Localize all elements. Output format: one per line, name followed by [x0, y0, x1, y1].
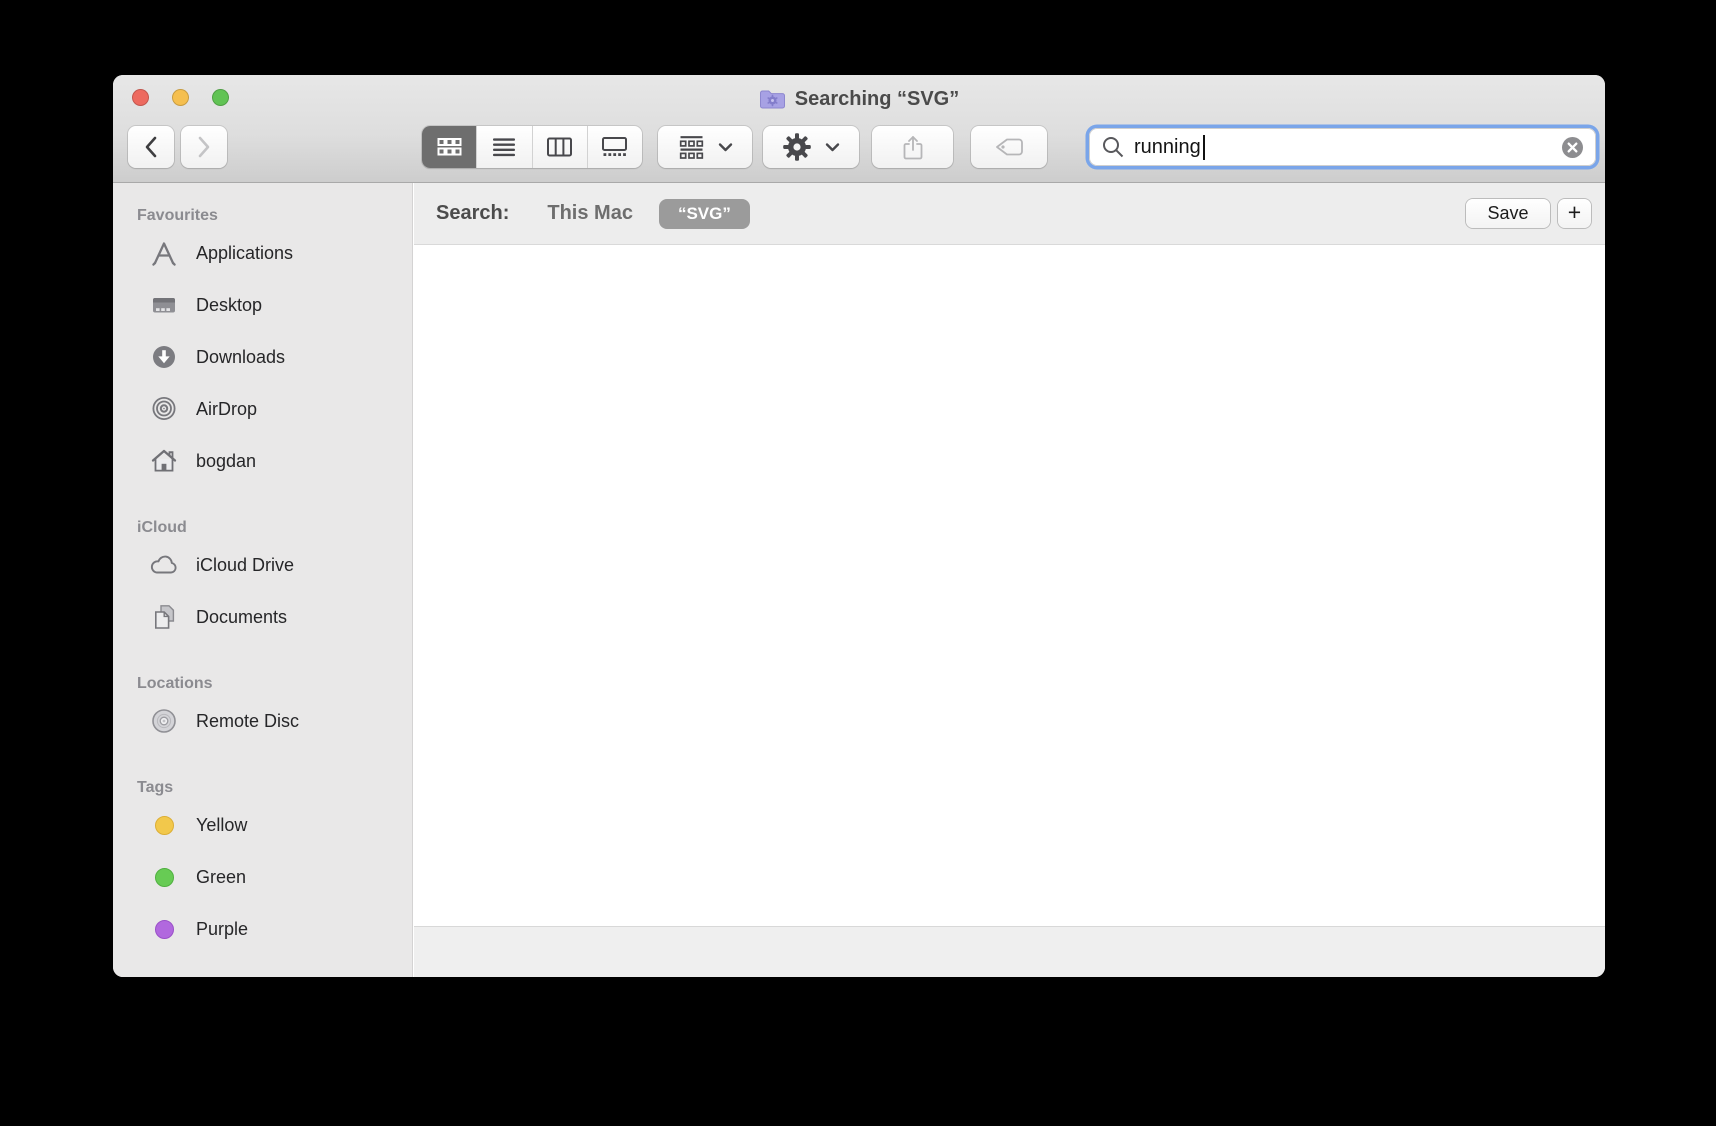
view-mode-segmented-control — [422, 126, 642, 168]
sidebar-section-title: Tags — [137, 779, 174, 796]
clear-icon — [1560, 135, 1585, 160]
purple-tag-icon — [149, 914, 179, 944]
column-view-icon — [546, 136, 573, 158]
clear-search-button[interactable] — [1560, 135, 1585, 160]
green-tag-icon — [149, 862, 179, 892]
share-button[interactable] — [872, 126, 953, 168]
scope-this-mac[interactable]: This Mac — [547, 202, 633, 225]
sidebar-item-label: Downloads — [196, 346, 286, 367]
desktop-icon — [149, 290, 179, 320]
sidebar-section-tags: Tags Yellow Green Purple — [113, 777, 412, 955]
sidebar-item-label: Yellow — [196, 814, 248, 835]
tag-color-dot — [154, 815, 174, 835]
sidebar-section-locations: Locations Remote Disc — [113, 673, 412, 747]
sidebar-item-label: bogdan — [196, 450, 257, 471]
sidebar-item-downloads[interactable]: Downloads — [113, 331, 412, 383]
remote-disc-icon — [149, 706, 179, 736]
titlebar: Searching “SVG” running — [113, 75, 1605, 183]
sidebar-item-label: Desktop — [196, 294, 263, 315]
sidebar-item-label: AirDrop — [196, 398, 258, 419]
minimize-button[interactable] — [172, 89, 189, 106]
search-scope-label: Search: — [436, 202, 510, 224]
sidebar-section-title: Favourites — [137, 207, 218, 224]
search-query-text: running — [1134, 135, 1201, 158]
close-button[interactable] — [132, 89, 149, 106]
icon-view-icon — [436, 136, 463, 158]
sidebar-item-tag-purple[interactable]: Purple — [113, 903, 412, 955]
column-view-button[interactable] — [531, 126, 587, 168]
sidebar-item-bogdan[interactable]: bogdan — [113, 435, 412, 487]
tag-icon — [994, 136, 1025, 158]
search-scope-actions: Save + — [1466, 199, 1591, 228]
sidebar-item-applications[interactable]: Applications — [113, 227, 412, 279]
icloud-drive-icon — [149, 550, 179, 580]
group-by-icon — [678, 135, 705, 160]
yellow-tag-icon — [149, 810, 179, 840]
sidebar-item-documents[interactable]: Documents — [113, 591, 412, 643]
sidebar-item-tag-yellow[interactable]: Yellow — [113, 799, 412, 851]
sidebar-item-airdrop[interactable]: AirDrop — [113, 383, 412, 435]
zoom-button[interactable] — [212, 89, 229, 106]
finder-window: Searching “SVG” running Favourites Appli… — [113, 75, 1605, 977]
search-icon — [1100, 134, 1126, 160]
search-input[interactable]: running — [1089, 128, 1596, 166]
sidebar-item-label: iCloud Drive — [196, 554, 295, 575]
back-button[interactable] — [128, 126, 174, 168]
sidebar-item-tag-green[interactable]: Green — [113, 851, 412, 903]
sidebar-section-title: iCloud — [137, 519, 187, 536]
sidebar-section-favourites: Favourites Applications Desktop Download… — [113, 205, 412, 487]
forward-icon — [195, 134, 213, 160]
documents-icon — [149, 602, 179, 632]
chevron-down-icon — [718, 142, 733, 152]
add-search-criteria-button[interactable]: + — [1558, 199, 1591, 228]
gear-icon — [782, 132, 812, 162]
sidebar: Favourites Applications Desktop Download… — [113, 183, 413, 977]
sidebar-item-label: Applications — [196, 242, 294, 263]
sidebar-item-label: Green — [196, 866, 247, 887]
save-button[interactable]: Save — [1466, 199, 1550, 228]
smart-folder-icon — [759, 89, 786, 110]
tag-color-dot — [154, 867, 174, 887]
window-controls — [132, 89, 229, 106]
list-view-icon — [491, 136, 517, 158]
share-icon — [901, 134, 925, 161]
list-view-button[interactable] — [476, 126, 531, 168]
forward-button[interactable] — [181, 126, 227, 168]
gallery-view-button[interactable] — [586, 126, 642, 168]
window-title: Searching “SVG” — [794, 87, 960, 110]
icon-view-button[interactable] — [422, 126, 477, 168]
tag-color-dot — [154, 919, 174, 939]
sidebar-item-label: Remote Disc — [196, 710, 300, 731]
tags-button[interactable] — [971, 126, 1047, 168]
search-results-area[interactable] — [414, 245, 1605, 926]
downloads-icon — [149, 342, 179, 372]
toolbar: running — [113, 126, 1605, 168]
back-icon — [142, 134, 160, 160]
gallery-view-icon — [601, 136, 628, 158]
action-menu-button[interactable] — [763, 126, 859, 168]
sidebar-item-desktop[interactable]: Desktop — [113, 279, 412, 331]
sidebar-item-label: Documents — [196, 606, 288, 627]
home-icon — [149, 446, 179, 476]
chevron-down-icon — [825, 142, 840, 152]
search-scope-bar: Search: This Mac “SVG” Save + — [414, 183, 1605, 245]
group-by-button[interactable] — [658, 126, 752, 168]
text-caret — [1202, 134, 1205, 160]
airdrop-icon — [149, 394, 179, 424]
sidebar-section-title: Locations — [137, 675, 213, 692]
window-title-row: Searching “SVG” — [253, 86, 1465, 112]
scope-svg-pill[interactable]: “SVG” — [658, 198, 750, 229]
status-bar — [414, 926, 1605, 977]
applications-icon — [149, 238, 179, 268]
sidebar-item-remote-disc[interactable]: Remote Disc — [113, 695, 412, 747]
sidebar-item-icloud-drive[interactable]: iCloud Drive — [113, 539, 412, 591]
sidebar-item-label: Purple — [196, 918, 249, 939]
sidebar-section-icloud: iCloud iCloud Drive Documents — [113, 517, 412, 643]
